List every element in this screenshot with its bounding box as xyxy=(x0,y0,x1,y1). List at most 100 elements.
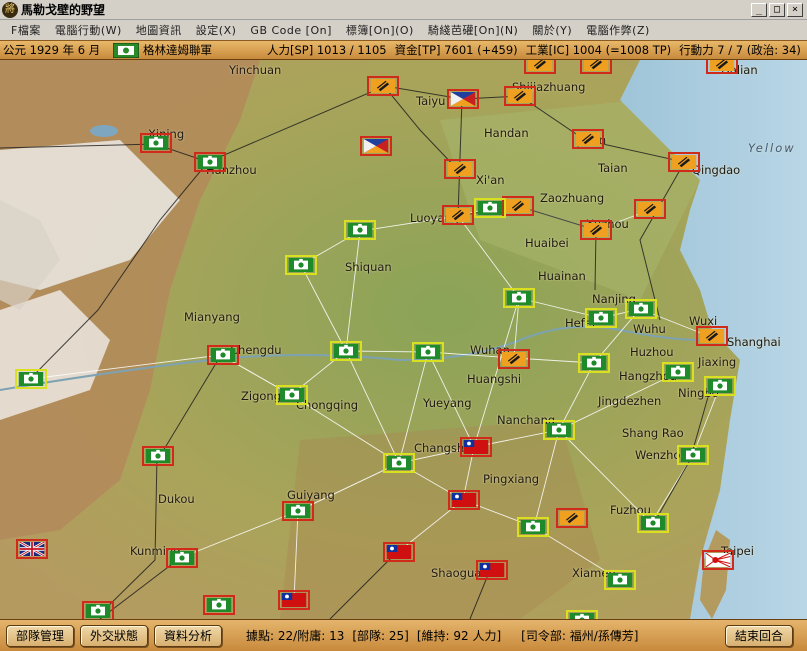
green-faction-flag-icon[interactable] xyxy=(285,255,317,275)
menu-ai-cheat[interactable]: 電腦作弊(Z) xyxy=(579,22,657,38)
menu-settings[interactable]: 設定(X) xyxy=(189,22,244,38)
green-faction-flag-icon[interactable] xyxy=(566,610,598,619)
green-faction-flag-icon[interactable] xyxy=(194,152,226,172)
window-title: 馬勒戈壁的野望 xyxy=(21,3,106,17)
green-faction-flag-icon[interactable] xyxy=(276,385,308,405)
place-label: Yellow xyxy=(748,141,796,155)
minimize-button[interactable]: _ xyxy=(751,2,767,17)
fengtian-flag-icon[interactable] xyxy=(580,60,612,74)
menu-file[interactable]: F檔案 xyxy=(4,22,48,38)
kmt-flag-icon[interactable] xyxy=(448,490,480,510)
troop-count: [部隊: 25] xyxy=(352,629,409,643)
unit-management-button[interactable]: 部隊管理 xyxy=(6,624,75,647)
game-emblem-icon: 將 xyxy=(2,1,18,18)
faction-flag-icon xyxy=(113,42,139,58)
kmt-flag-icon[interactable] xyxy=(278,590,310,610)
fengtian-flag-icon[interactable] xyxy=(444,159,476,179)
kmt-flag-icon[interactable] xyxy=(476,560,508,580)
place-label: Wuhu xyxy=(633,322,666,336)
fengtian-flag-icon[interactable] xyxy=(580,220,612,240)
green-faction-flag-icon[interactable] xyxy=(585,308,617,328)
fengtian-flag-icon[interactable] xyxy=(498,349,530,369)
menu-map-info[interactable]: 地圖資訊 xyxy=(129,22,189,38)
place-label: Huainan xyxy=(538,269,586,283)
menu-ai-action[interactable]: 電腦行動(W) xyxy=(48,22,129,38)
bottom-bar: 部隊管理 外交狀態 資料分析 據點: 22/附庸: 13 [部隊: 25] [維… xyxy=(0,619,807,651)
title-bar: 將 馬勒戈壁的野望 _ □ × xyxy=(0,0,807,20)
fengtian-flag-icon[interactable] xyxy=(442,205,474,225)
diplomacy-status-button[interactable]: 外交狀態 xyxy=(80,624,149,647)
place-label: Xi'an xyxy=(476,173,505,187)
green-faction-flag-icon[interactable] xyxy=(474,198,506,218)
kmt-flag-icon[interactable] xyxy=(460,437,492,457)
map-terrain xyxy=(0,60,807,619)
data-analysis-button[interactable]: 資料分析 xyxy=(154,624,223,647)
place-label: Huangshi xyxy=(467,372,522,386)
close-button[interactable]: × xyxy=(787,2,803,17)
industry-readout: 工業[IC] 1004 (=1008 TP) xyxy=(525,43,672,57)
green-faction-flag-icon[interactable] xyxy=(344,220,376,240)
green-faction-flag-icon[interactable] xyxy=(15,369,47,389)
northern-coalition-flag-icon[interactable] xyxy=(360,136,392,156)
fengtian-flag-icon[interactable] xyxy=(367,76,399,96)
green-faction-flag-icon[interactable] xyxy=(662,362,694,382)
menu-bar: F檔案 電腦行動(W) 地圖資訊 設定(X) GB Code [On] 標簿[O… xyxy=(0,20,807,40)
fengtian-flag-icon[interactable] xyxy=(668,152,700,172)
northern-coalition-flag-icon[interactable] xyxy=(447,89,479,109)
green-faction-flag-icon[interactable] xyxy=(383,453,415,473)
green-faction-flag-icon[interactable] xyxy=(412,342,444,362)
green-faction-flag-icon[interactable] xyxy=(82,601,114,619)
place-label: Yueyang xyxy=(423,396,472,410)
fengtian-flag-icon[interactable] xyxy=(556,508,588,528)
green-faction-flag-icon[interactable] xyxy=(625,299,657,319)
place-label: Shang Rao xyxy=(622,426,684,440)
british-flag-icon[interactable] xyxy=(16,539,48,559)
menu-borders[interactable]: 騎綫芭礶[On](N) xyxy=(421,22,526,38)
fengtian-flag-icon[interactable] xyxy=(504,86,536,106)
place-label: Taian xyxy=(598,161,628,175)
territory-count: 據點: 22/附庸: 13 xyxy=(246,629,345,643)
green-faction-flag-icon[interactable] xyxy=(503,288,535,308)
strategic-map[interactable]: Yinchuan Taiyu Shijiazhuang Dalian Xining Han… xyxy=(0,60,807,619)
green-faction-flag-icon[interactable] xyxy=(637,513,669,533)
japanese-flag-icon[interactable] xyxy=(702,550,734,570)
fengtian-flag-icon[interactable] xyxy=(502,196,534,216)
green-faction-flag-icon[interactable] xyxy=(330,341,362,361)
green-faction-flag-icon[interactable] xyxy=(282,501,314,521)
place-label: Taiyu xyxy=(416,94,446,108)
green-faction-flag-icon[interactable] xyxy=(543,420,575,440)
place-label: Huaibei xyxy=(525,236,569,250)
menu-about[interactable]: 關於(Y) xyxy=(525,22,579,38)
place-label: Shanghai xyxy=(727,335,781,349)
manpower-readout: 人力[SP] 1013 / 1105 xyxy=(267,43,387,57)
green-faction-flag-icon[interactable] xyxy=(142,446,174,466)
fengtian-flag-icon[interactable] xyxy=(706,60,738,74)
green-faction-flag-icon[interactable] xyxy=(207,345,239,365)
place-label: Dukou xyxy=(158,492,195,506)
green-faction-flag-icon[interactable] xyxy=(203,595,235,615)
menu-labels[interactable]: 標簿[On](O) xyxy=(339,22,421,38)
fengtian-flag-icon[interactable] xyxy=(572,129,604,149)
place-label: Handan xyxy=(484,126,529,140)
maximize-button[interactable]: □ xyxy=(769,2,785,17)
green-faction-flag-icon[interactable] xyxy=(604,570,636,590)
green-faction-flag-icon[interactable] xyxy=(140,133,172,153)
kmt-flag-icon[interactable] xyxy=(383,542,415,562)
funds-readout: 資金[TP] 7601 (+459) xyxy=(394,43,518,57)
faction-name: 格林達姆聯軍 xyxy=(143,43,212,57)
green-faction-flag-icon[interactable] xyxy=(578,353,610,373)
place-label: Jingdezhen xyxy=(598,394,662,408)
current-date: 公元 1929 年 6 月 xyxy=(3,43,101,57)
fengtian-flag-icon[interactable] xyxy=(634,199,666,219)
menu-gb-code[interactable]: GB Code [On] xyxy=(243,24,338,37)
green-faction-flag-icon[interactable] xyxy=(166,548,198,568)
place-label: Huzhou xyxy=(630,345,674,359)
green-faction-flag-icon[interactable] xyxy=(517,517,549,537)
place-label: Zigong xyxy=(241,389,281,403)
green-faction-flag-icon[interactable] xyxy=(677,445,709,465)
place-label: Zaozhuang xyxy=(540,191,605,205)
fengtian-flag-icon[interactable] xyxy=(696,326,728,346)
end-turn-button[interactable]: 結束回合 xyxy=(724,624,793,647)
fengtian-flag-icon[interactable] xyxy=(524,60,556,74)
green-faction-flag-icon[interactable] xyxy=(704,376,736,396)
